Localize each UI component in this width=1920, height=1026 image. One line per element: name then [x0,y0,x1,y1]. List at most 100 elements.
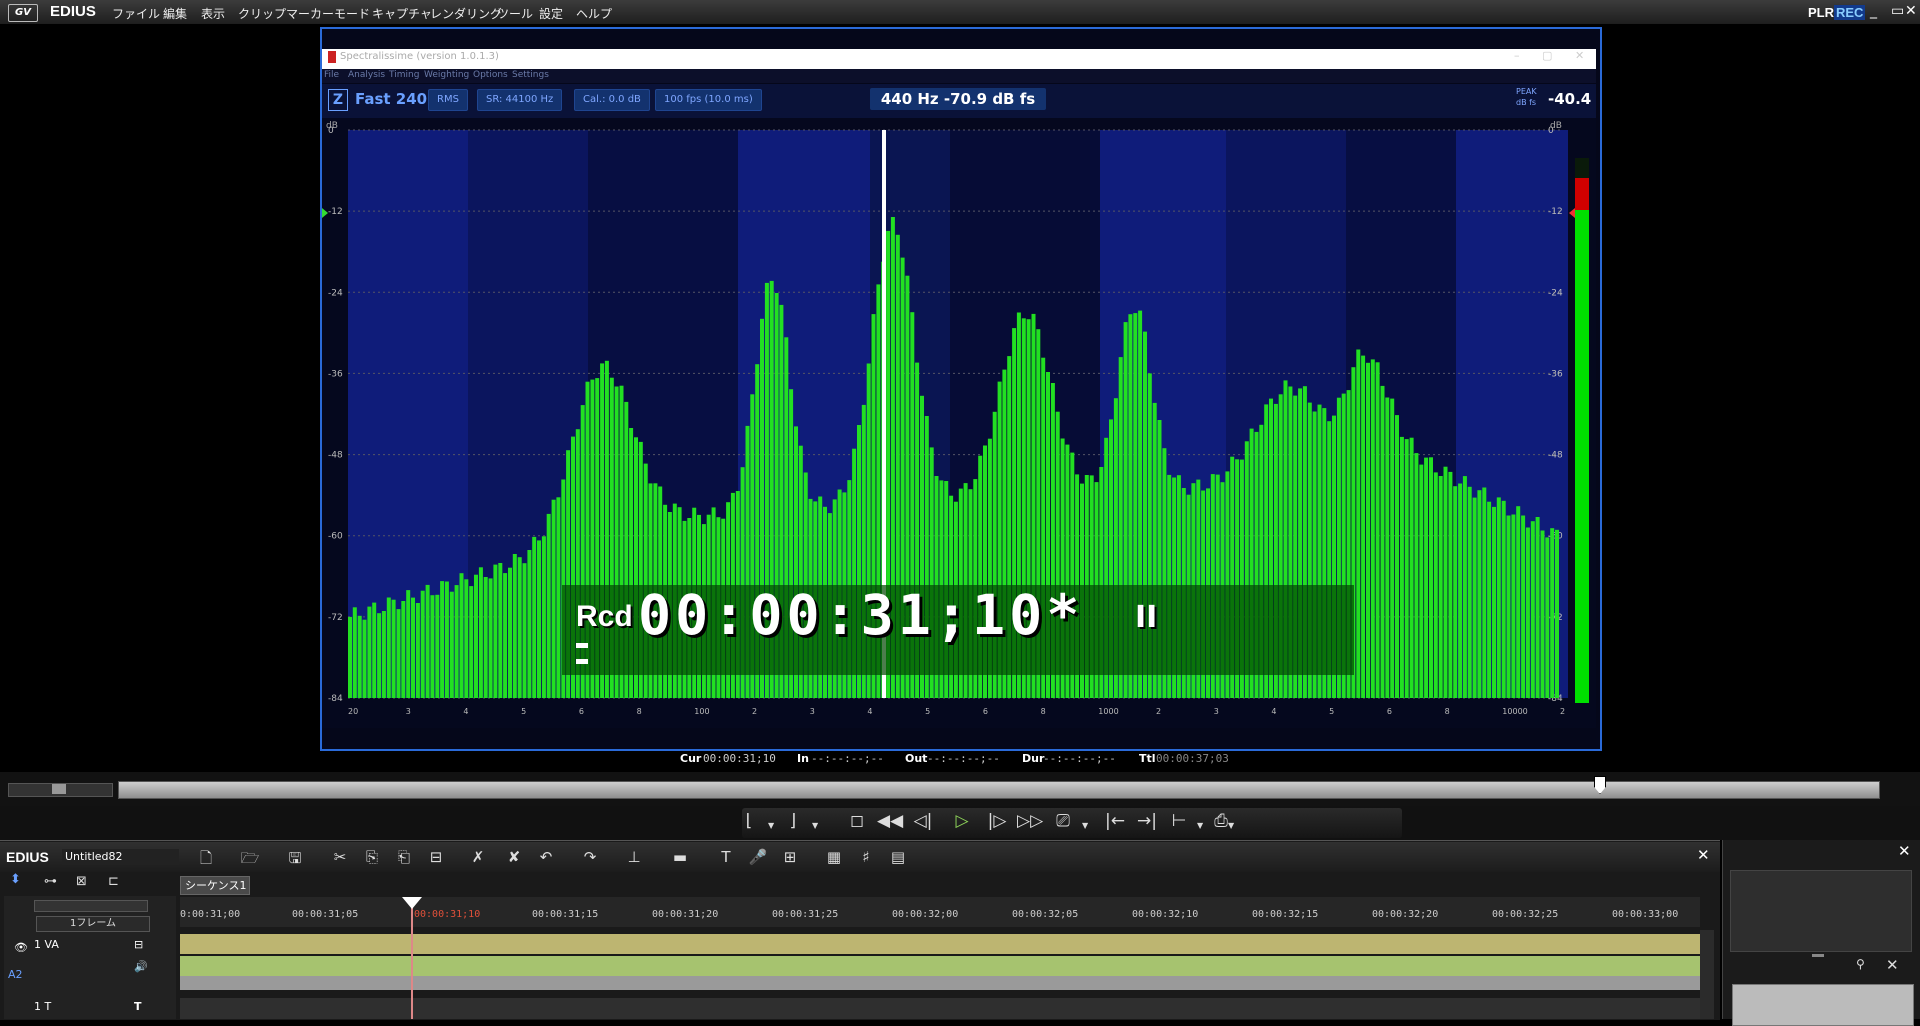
redo-icon[interactable]: ↷ [578,848,602,866]
close-icon[interactable]: ✕ [1905,3,1917,19]
title-track[interactable] [180,998,1700,1019]
delete-icon[interactable]: ✗ [466,848,490,866]
sync-lock-icon[interactable]: ⊶ [44,874,57,889]
spectrum-menu-weighting[interactable]: Weighting [424,70,469,80]
play-icon[interactable]: ▷ [949,811,975,831]
audio-track-clip[interactable] [180,956,1700,976]
plr-mode-button[interactable]: PLR [1808,5,1834,20]
timeline-close-icon[interactable]: ✕ [1697,846,1710,864]
spectrum-bar [488,578,493,698]
render-icon[interactable]: ⊞ [778,848,802,866]
menu-render[interactable]: レンダリング [430,5,502,22]
track-lock-icon[interactable]: ⊟ [134,938,143,951]
set-in-icon[interactable]: ⌊ [736,811,762,831]
ripple-delete-icon[interactable]: ✘ [502,848,526,866]
menu-help[interactable]: ヘルプ [576,5,612,22]
track-visibility-icon[interactable]: 👁 [14,941,28,954]
trim-icon[interactable]: ⊢ [1166,811,1192,831]
fps-button[interactable]: 100 fps (10.0 ms) [655,89,762,111]
timeline-zoom-slider[interactable] [34,900,148,912]
tab-sequence-1[interactable]: シーケンス1 [180,876,250,895]
audio-level-bar [576,659,588,664]
maximize-icon[interactable]: ▭ [1891,3,1904,19]
paste-insert-icon[interactable]: ⊟ [424,848,448,866]
minimize-icon[interactable]: _ [1870,3,1877,19]
sequence-settings-icon[interactable]: ▤ [886,848,910,866]
spectrum-bar [377,613,382,698]
panel-resize-handle[interactable] [1812,954,1824,957]
set-out-dropdown-icon[interactable]: ▼ [812,821,818,830]
track-mix-area[interactable] [180,976,1700,990]
step-back-icon[interactable]: ◁| [910,811,936,831]
spectrum-maximize-icon[interactable]: ▢ [1542,49,1552,62]
bin-close-icon[interactable]: ✕ [1898,842,1911,860]
spectrum-mode-label[interactable]: Fast 240 [355,90,427,108]
menu-settings[interactable]: 設定 [539,5,563,22]
undo-icon[interactable]: ↶ [534,848,558,866]
cut-icon[interactable]: ✂ [328,848,352,866]
rms-button[interactable]: RMS [428,89,468,111]
menu-mode[interactable]: モード [334,5,370,22]
sample-rate-button[interactable]: SR: 44100 Hz [477,89,563,111]
track-audio-icon[interactable]: 🔊 [134,960,148,973]
loop-play-icon[interactable]: ⎚ [1050,811,1076,831]
spectrum-menu-file[interactable]: File [324,70,339,80]
video-track-clip[interactable] [180,934,1700,954]
menu-file[interactable]: ファイル [112,5,160,22]
spectrum-bar [420,590,425,698]
stop-icon[interactable]: ◻ [844,811,870,831]
spectrum-minimize-icon[interactable]: – [1514,49,1520,62]
save-project-icon[interactable]: 🖫 [283,848,307,873]
track-mode-icon[interactable]: ⬍ [10,872,21,887]
frame-scale-select[interactable]: 1フレーム [36,916,150,932]
overwrite-to-timeline-icon[interactable]: →| [1134,811,1160,831]
spectrum-bar [517,557,522,698]
title-track-icon: T [134,1000,142,1013]
menu-marker[interactable]: マーカー [286,5,334,22]
copy-icon[interactable]: ⎘ [360,848,384,866]
fast-forward-icon[interactable]: ▷▷ [1017,811,1043,831]
paste-icon[interactable]: ⎗ [392,848,416,866]
open-project-icon[interactable]: 🗁 [238,848,262,873]
spectrum-bar [1380,385,1385,698]
snap-icon[interactable]: ⊏ [108,874,119,889]
timeline-scrollbar[interactable] [1700,930,1714,1019]
spectrum-bar [391,599,396,698]
transition-icon[interactable]: ▬ [668,848,692,866]
spectrum-menu-options[interactable]: Options [473,70,508,80]
panel-close-icon[interactable]: ✕ [1886,956,1899,974]
rec-mode-button[interactable]: REC [1834,5,1866,20]
set-out-icon[interactable]: ⌋ [780,811,806,831]
add-cut-icon[interactable]: ⊥ [622,848,646,866]
menu-edit[interactable]: 編集 [163,5,187,22]
timeline-playhead[interactable] [411,897,413,1019]
spectrum-zoom-button[interactable]: Z [328,89,348,111]
loop-dropdown-icon[interactable]: ▼ [1082,821,1088,830]
insert-to-timeline-icon[interactable]: |← [1102,811,1128,831]
export-dropdown-icon[interactable]: ▼ [1228,821,1234,830]
grid-icon[interactable]: ▦ [822,848,846,866]
spectrum-close-icon[interactable]: ✕ [1575,49,1584,62]
menu-clip[interactable]: クリップ [238,5,286,22]
spectrum-menu-settings[interactable]: Settings [512,70,549,80]
voice-over-icon[interactable]: 🎤 [746,848,770,866]
zoom-slider-thumb[interactable] [52,784,66,794]
title-icon[interactable]: T [714,848,738,866]
new-sequence-icon[interactable]: 🗋 [194,848,218,873]
position-bar[interactable] [118,781,1880,799]
menu-view[interactable]: 表示 [201,5,225,22]
spectrum-menu-analysis[interactable]: Analysis [348,70,385,80]
project-name-field[interactable]: Untitled82 [62,849,179,865]
step-forward-icon[interactable]: |▷ [984,811,1010,831]
spectrum-menu-timing[interactable]: Timing [389,70,419,80]
menu-tools[interactable]: ツール [497,5,533,22]
set-in-dropdown-icon[interactable]: ▼ [768,821,774,830]
link-icon[interactable]: ⊠ [76,874,87,889]
menu-capture[interactable]: キャプチャ [372,5,432,22]
rewind-icon[interactable]: ◀◀ [877,811,903,831]
trim-dropdown-icon[interactable]: ▼ [1197,821,1203,830]
calibration-button[interactable]: Cal.: 0.0 dB [574,89,650,111]
pin-icon[interactable]: ⚲ [1856,957,1865,971]
db-tick-label-left: -60 [328,532,343,542]
mixer-icon[interactable]: ♯ [854,848,878,866]
